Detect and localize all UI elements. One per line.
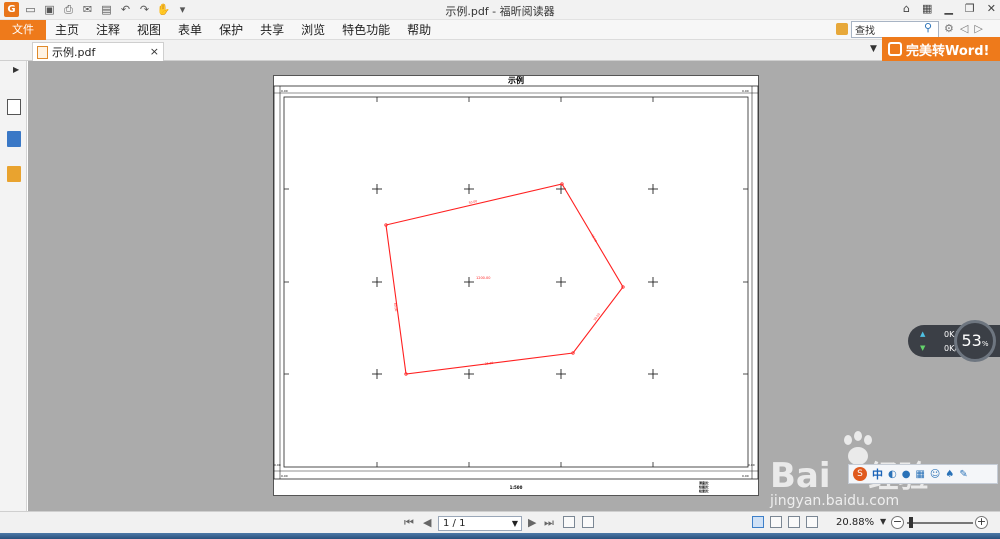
single-page-icon[interactable] — [752, 516, 764, 528]
download-arrow-icon: ▼ — [920, 344, 926, 352]
status-bar: ⏮ ◀ 1 / 1 ▼ ▶ ⏭ 20.88% ▼ − + — [0, 511, 1000, 533]
search-icon[interactable]: ⚲ — [924, 21, 938, 37]
promo-label: 完美转Word! — [906, 43, 990, 59]
zoom-in-button[interactable]: + — [975, 516, 988, 529]
pdf-file-icon — [37, 45, 48, 59]
corner-label: 0.00 — [742, 474, 749, 478]
window-controls: ⌂ ▦ ▁ ❐ ✕ — [903, 2, 996, 15]
settings-gear-icon[interactable]: ⚙ — [944, 22, 954, 35]
gauge-unit: % — [981, 340, 989, 348]
comments-icon[interactable] — [7, 166, 21, 182]
menu-protect[interactable]: 保护 — [219, 20, 243, 40]
scale-label: 1:500 — [510, 485, 523, 490]
continuous-page-icon[interactable] — [770, 516, 782, 528]
zoom-slider-track[interactable] — [907, 522, 973, 524]
menu-comment[interactable]: 注释 — [96, 20, 120, 40]
menu-view[interactable]: 视图 — [137, 20, 161, 40]
word-convert-icon — [888, 42, 902, 56]
corner-label: 0.00 — [281, 89, 288, 93]
corner-label: 0.00 — [742, 89, 749, 93]
restore-icon[interactable]: ❐ — [965, 2, 975, 15]
windows-taskbar — [0, 533, 1000, 539]
menu-browse[interactable]: 浏览 — [301, 20, 325, 40]
ribbon-menu-bar: 文件 主页 注释 视图 表单 保护 共享 浏览 特色功能 帮助 ⚲ ⚙ ◁ ▷ — [0, 20, 1000, 40]
upload-arrow-icon: ▲ — [920, 330, 926, 338]
ime-settings-icon[interactable]: ✎ — [959, 469, 967, 480]
next-page-icon[interactable]: ▶ — [528, 516, 536, 529]
ime-keyboard-icon[interactable]: ▦ — [915, 469, 924, 480]
edge-label: 60.00 — [393, 303, 398, 312]
menu-features[interactable]: 特色功能 — [342, 20, 390, 40]
watermark-url: jingyan.baidu.com — [770, 493, 900, 509]
menu-help[interactable]: 帮助 — [407, 20, 431, 40]
prev-result-icon[interactable]: ◁ — [960, 22, 968, 35]
legend-line: 检查员： — [699, 488, 711, 493]
expand-panel-icon[interactable]: ▶ — [13, 65, 19, 74]
convert-to-word-button[interactable]: 完美转Word! — [882, 37, 1000, 61]
window-title: 示例.pdf - 福昕阅读器 — [445, 5, 555, 18]
parcel-boundary[interactable] — [385, 183, 624, 375]
menu-form[interactable]: 表单 — [178, 20, 202, 40]
zoom-level[interactable]: 20.88% — [836, 517, 874, 528]
tab-label: 示例.pdf — [52, 46, 96, 59]
grid-icon[interactable]: ▦ — [922, 2, 932, 15]
menu-file[interactable]: 文件 — [0, 20, 46, 40]
upload-speed: ▲ 0K/s — [920, 330, 961, 339]
prev-page-icon[interactable]: ◀ — [423, 516, 431, 529]
next-result-icon[interactable]: ▷ — [974, 22, 982, 35]
close-icon[interactable]: ✕ — [987, 2, 996, 15]
ime-skin-icon[interactable]: ♠ — [945, 469, 954, 480]
corner-label: 0.00 — [281, 474, 288, 478]
parcel-vertices — [384, 182, 625, 376]
zoom-dropdown-icon[interactable]: ▼ — [880, 517, 886, 526]
ime-voice-icon[interactable]: ● — [902, 469, 911, 480]
continuous-facing-icon[interactable] — [806, 516, 818, 528]
tab-list-dropdown-icon[interactable]: ▼ — [870, 44, 877, 54]
frame-outer — [273, 85, 759, 480]
ime-punctuation-icon[interactable]: ◐ — [888, 469, 897, 480]
document-tab-bar: 示例.pdf × ▼ — [0, 40, 1000, 61]
ime-mode-label[interactable]: 中 — [872, 466, 883, 482]
pdf-page-drawing: 示例 0.00 0.00 0.00 0.00 0.00 0.00 50.00 4… — [273, 75, 759, 493]
menu-items: 主页 注释 视图 表单 保护 共享 浏览 特色功能 帮助 — [55, 20, 431, 40]
minimize-icon[interactable]: ▁ — [944, 2, 952, 15]
navigation-panel: ▶ — [0, 61, 27, 511]
page-number-select[interactable]: 1 / 1 ▼ — [438, 516, 522, 531]
ime-toolbar[interactable]: S 中 ◐ ● ▦ ☺ ♠ ✎ — [848, 464, 998, 484]
zoom-out-button[interactable]: − — [891, 516, 904, 529]
watermark-brand: Bai — [770, 456, 831, 496]
drawing-title: 示例 — [507, 75, 524, 85]
layers-icon[interactable] — [7, 131, 21, 147]
parcel-area-label: 1200.00 — [476, 276, 490, 280]
corner-label: 0.00 — [274, 463, 281, 467]
title-bar: G ▭ ▣ ⎙ ✉ ▤ ↶ ↷ ✋ ▾ 示例.pdf - 福昕阅读器 ⌂ ▦ ▁… — [0, 0, 1000, 20]
facing-page-icon[interactable] — [788, 516, 800, 528]
tab-document[interactable]: 示例.pdf × — [32, 42, 164, 61]
first-page-icon[interactable]: ⏮ — [404, 516, 414, 530]
edge-label: 25.00 — [485, 361, 494, 366]
corner-label: 0.00 — [748, 463, 755, 467]
memory-usage-gauge[interactable]: 53% — [954, 320, 996, 362]
page-indicator: 1 / 1 — [443, 518, 466, 529]
tab-close-icon[interactable]: × — [150, 45, 159, 58]
menu-right-controls: ⚙ ◁ ▷ — [944, 22, 983, 35]
next-view-icon[interactable] — [582, 516, 594, 528]
page-thumbnails-icon[interactable] — [7, 99, 21, 115]
skin-icon[interactable]: ⌂ — [903, 2, 910, 15]
menu-home[interactable]: 主页 — [55, 20, 79, 40]
edge-label: 40.00 — [590, 233, 598, 243]
last-page-icon[interactable]: ⏭ — [544, 516, 554, 530]
search-folder-icon[interactable] — [836, 23, 848, 35]
ime-logo-icon[interactable]: S — [853, 467, 867, 481]
page-dropdown-icon: ▼ — [511, 519, 518, 528]
menu-share[interactable]: 共享 — [260, 20, 284, 40]
ime-user-icon[interactable]: ☺ — [930, 469, 940, 480]
zoom-slider-thumb[interactable] — [909, 517, 913, 528]
grid-crosses — [372, 184, 658, 379]
previous-view-icon[interactable] — [563, 516, 575, 528]
frame-inner — [283, 96, 749, 468]
frame-ticks — [284, 97, 748, 467]
gauge-value: 53 — [961, 331, 982, 350]
download-speed: ▼ 0K/s — [920, 344, 961, 353]
